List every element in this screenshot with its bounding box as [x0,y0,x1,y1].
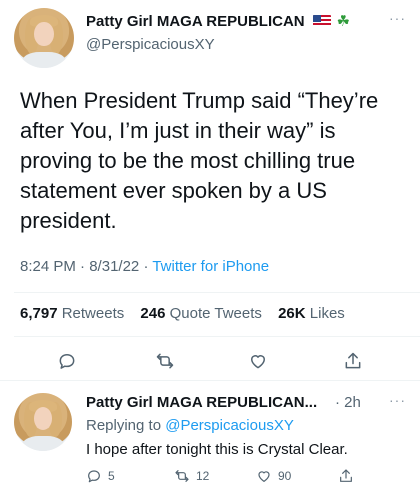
divider [14,292,420,293]
meta-separator: · [143,258,149,275]
likes-label: Likes [309,305,345,322]
share-icon [340,469,352,482]
replying-to-prefix: Replying to [86,417,162,434]
tweet-text: When President Trump said “They’re after… [20,88,379,233]
reply-retweet-count: 12 [196,469,210,483]
tweet-date[interactable]: 8/31/22 [89,258,139,275]
heart-icon [251,355,265,369]
author-handle[interactable]: @PerspicaciousXY [86,36,215,53]
reply-reply-count: 5 [108,469,115,483]
retweet-button[interactable] [150,346,180,376]
retweets-stat[interactable]: 6,797 Retweets [20,305,124,322]
shamrock-icon: ☘ [336,13,351,30]
like-button[interactable] [243,346,273,376]
divider [0,380,420,381]
tweet-metadata: 8:24 PM · 8/31/22 · Twitter for iPhone [20,258,269,275]
retweets-count: 6,797 [20,305,58,322]
tweet-stats: 6,797 Retweets 246 Quote Tweets 26K Like… [20,305,345,322]
retweet-icon [156,353,174,369]
reply-author-avatar[interactable] [14,393,72,451]
meta-separator: · [80,258,86,275]
retweet-icon [175,470,189,482]
reply-timestamp[interactable]: · 2h [335,394,361,411]
author-name[interactable]: Patty Girl MAGA REPUBLICAN ☘ [86,12,351,31]
divider [14,336,420,337]
replying-to-mention[interactable]: @PerspicaciousXY [165,417,294,434]
reply-more-options-icon[interactable]: ··· [389,392,406,408]
reply-share-button[interactable] [338,468,354,484]
reply-retweet-button[interactable]: 12 [174,468,209,484]
reply-text: I hope after tonight this is Crystal Cle… [86,441,348,458]
author-avatar[interactable] [14,8,74,68]
quote-tweets-stat[interactable]: 246 Quote Tweets [140,305,261,322]
author-name-text[interactable]: Patty Girl MAGA REPUBLICAN [86,13,305,30]
replying-to: Replying to @PerspicaciousXY [86,417,294,434]
reply-like-count: 90 [278,469,292,483]
share-icon [345,352,361,369]
tweet-action-bar [0,346,420,376]
likes-count: 26K [278,305,306,322]
tweet-time[interactable]: 8:24 PM [20,258,76,275]
quotes-label: Quote Tweets [169,305,262,322]
reply-like-button[interactable]: 90 [256,468,291,484]
heart-icon [258,471,270,482]
tweet-source-link[interactable]: Twitter for iPhone [152,258,269,275]
more-options-icon[interactable]: ··· [389,10,406,26]
reply-reply-button[interactable]: 5 [86,468,115,484]
reply-action-bar: 5 12 90 [86,468,406,490]
reply-author-name[interactable]: Patty Girl MAGA REPUBLICAN... [86,394,317,411]
retweets-label: Retweets [61,305,125,322]
us-flag-icon [312,15,331,27]
reply-icon [88,470,100,483]
quotes-count: 246 [140,305,166,322]
share-button[interactable] [338,346,368,376]
likes-stat[interactable]: 26K Likes [278,305,345,322]
reply-button[interactable] [52,346,82,376]
reply-icon [59,354,75,369]
